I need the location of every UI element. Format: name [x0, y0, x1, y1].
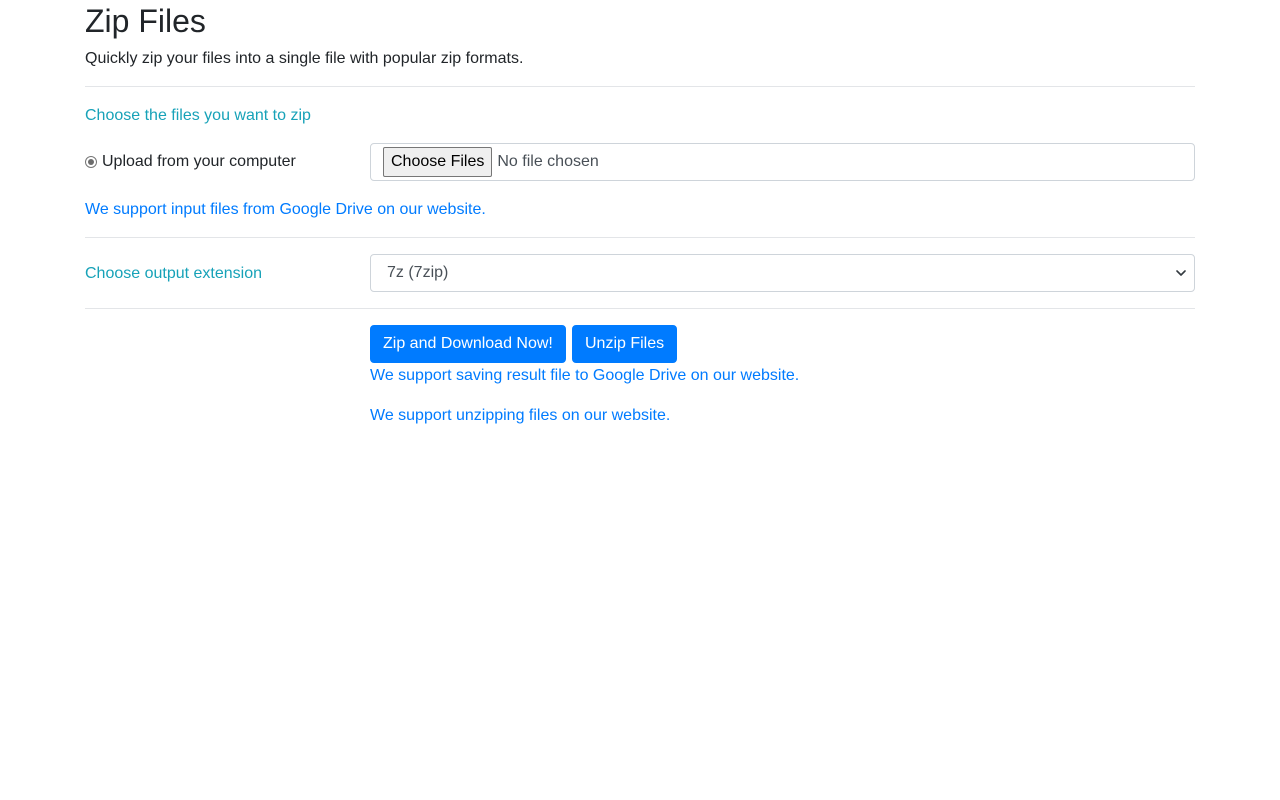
- page-title: Zip Files: [85, 3, 206, 39]
- upload-option[interactable]: Upload from your computer: [85, 152, 296, 172]
- unzip-files-button[interactable]: Unzip Files: [572, 325, 678, 363]
- divider: [85, 308, 1195, 309]
- output-extension-label: Choose output extension: [85, 265, 263, 282]
- google-drive-save-link[interactable]: We support saving result file to Google …: [370, 366, 799, 386]
- upload-radio[interactable]: [85, 156, 97, 168]
- unzip-info-link[interactable]: We support unzipping files on our websit…: [370, 406, 670, 426]
- divider: [85, 237, 1195, 238]
- page-subtitle: Quickly zip your files into a single fil…: [85, 50, 524, 67]
- upload-option-label: Upload from your computer: [102, 153, 296, 170]
- zip-download-button[interactable]: Zip and Download Now!: [370, 325, 566, 363]
- selected-extension: 7z (7zip): [387, 264, 449, 281]
- chevron-down-icon: [1176, 270, 1186, 276]
- divider: [85, 86, 1195, 87]
- choose-files-button[interactable]: Choose Files: [383, 147, 493, 177]
- file-status-text: No file chosen: [497, 153, 599, 170]
- output-extension-select[interactable]: 7z (7zip): [370, 254, 1195, 292]
- file-input[interactable]: Choose Files No file chosen: [370, 143, 1195, 181]
- google-drive-input-link[interactable]: We support input files from Google Drive…: [85, 200, 486, 220]
- files-section-heading: Choose the files you want to zip: [85, 107, 311, 124]
